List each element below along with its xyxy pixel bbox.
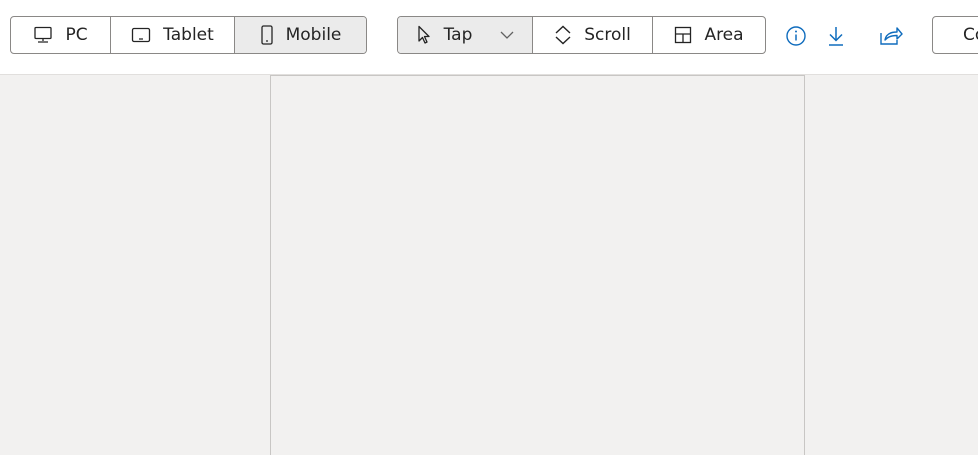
- mode-scroll-label: Scroll: [584, 25, 631, 45]
- device-mobile-button[interactable]: Mobile: [235, 17, 366, 53]
- mode-scroll-button[interactable]: Scroll: [533, 17, 653, 53]
- device-pc-label: PC: [65, 25, 88, 45]
- device-tablet-label: Tablet: [163, 25, 214, 45]
- mode-area-button[interactable]: Area: [653, 17, 765, 53]
- toolbar: PC Tablet Mobile Tap Scroll Area C: [0, 0, 978, 75]
- info-icon: [786, 26, 806, 46]
- share-icon: [880, 27, 903, 45]
- cut-off-button-label: Co: [963, 25, 978, 45]
- mobile-phone-icon: [260, 25, 273, 45]
- chevron-down-icon[interactable]: [500, 30, 514, 40]
- mode-tap-label: Tap: [443, 25, 473, 45]
- device-pc-button[interactable]: PC: [11, 17, 111, 53]
- pointer-cursor-icon: [417, 25, 430, 44]
- info-button[interactable]: [784, 24, 808, 48]
- mode-tap-button[interactable]: Tap: [398, 17, 533, 53]
- monitor-icon: [34, 26, 53, 43]
- tablet-icon: [132, 27, 151, 43]
- area-layout-icon: [675, 26, 692, 44]
- mobile-device-frame[interactable]: [270, 75, 805, 455]
- download-button[interactable]: [824, 24, 848, 48]
- device-mobile-label: Mobile: [285, 25, 342, 45]
- device-selector: PC Tablet Mobile: [10, 16, 367, 54]
- download-icon: [829, 27, 843, 46]
- device-tablet-button[interactable]: Tablet: [111, 17, 235, 53]
- cut-off-button[interactable]: Co: [932, 16, 978, 54]
- scroll-arrows-icon: [555, 25, 571, 45]
- share-button[interactable]: [879, 24, 903, 48]
- interaction-mode-selector: Tap Scroll Area: [397, 16, 766, 54]
- mode-area-label: Area: [704, 25, 744, 45]
